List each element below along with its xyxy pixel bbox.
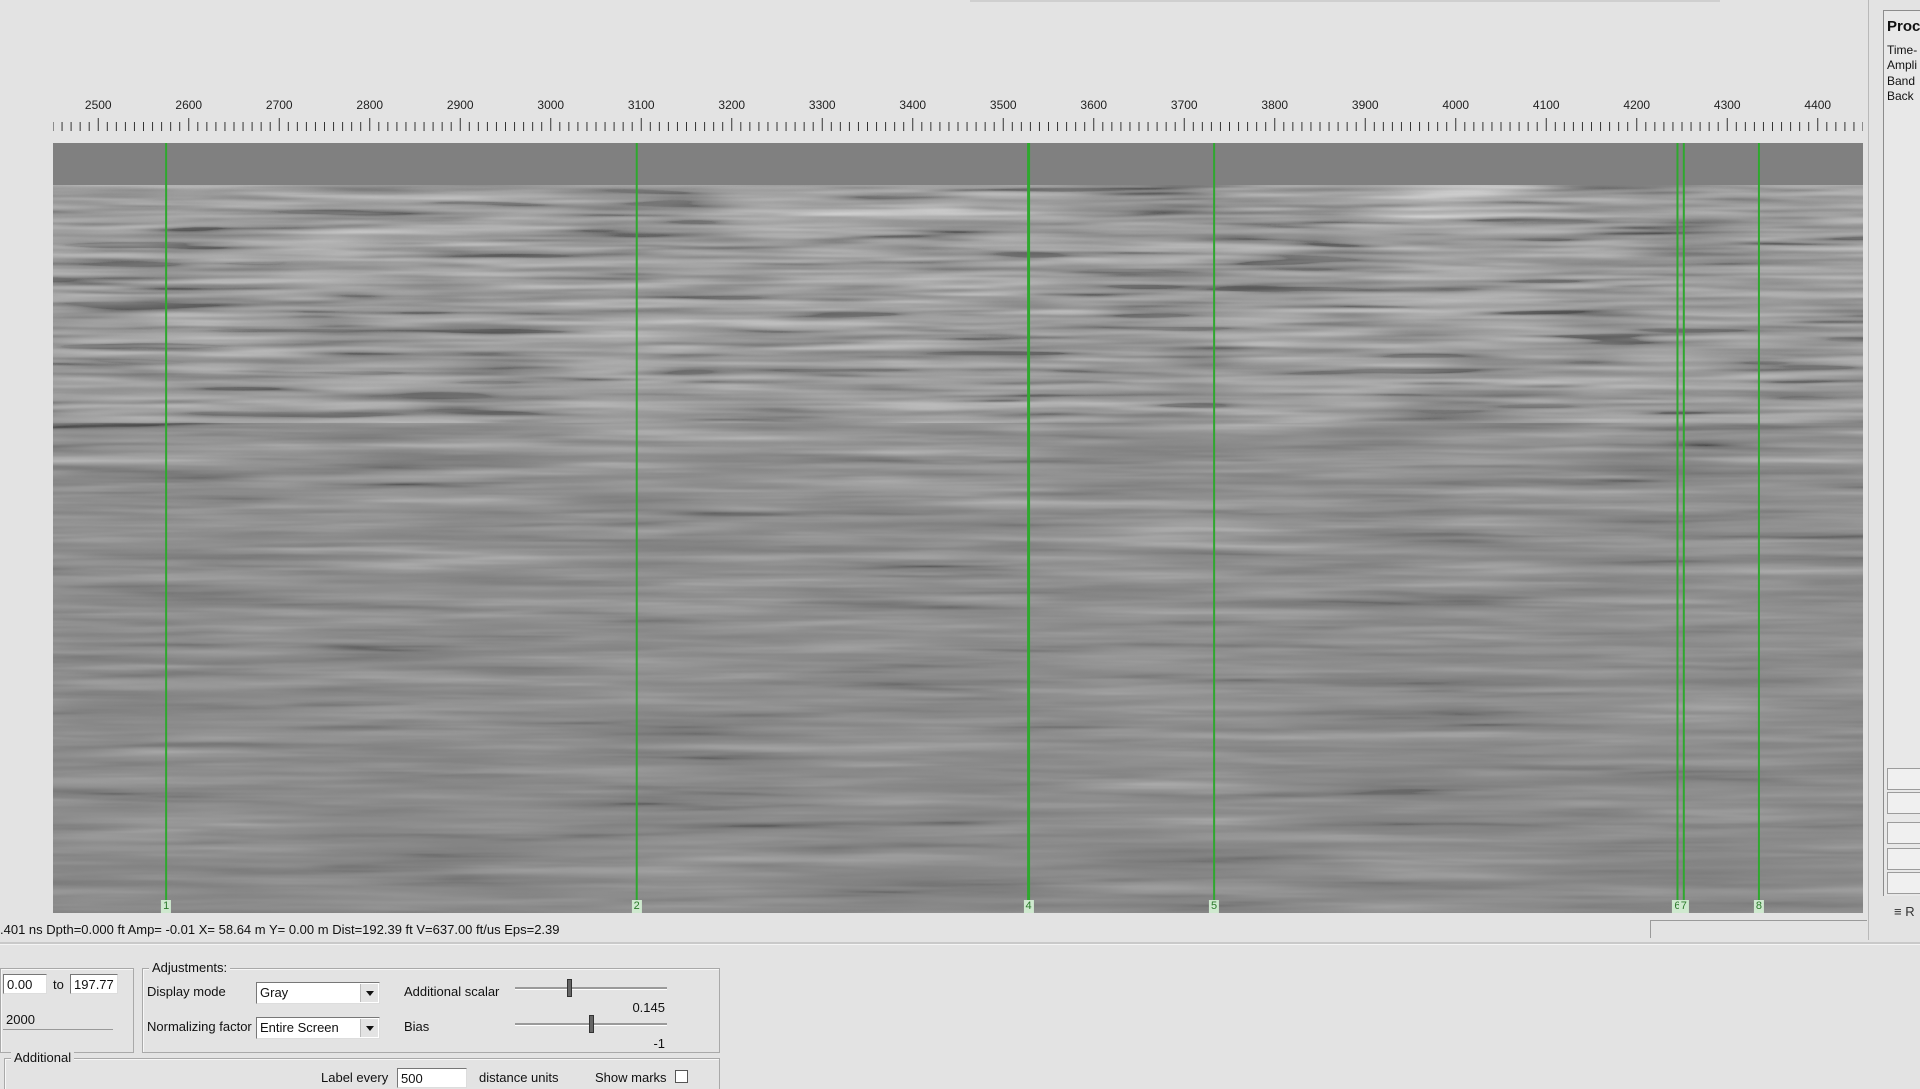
- range-to-input[interactable]: 197.77: [70, 974, 118, 994]
- display-mode-value: Gray: [260, 985, 289, 1000]
- bias-value: -1: [653, 1036, 665, 1051]
- ruler-label: 3400: [899, 98, 927, 112]
- status-box: [1650, 920, 1867, 938]
- additional-scalar-label: Additional scalar: [404, 984, 500, 999]
- ruler-label: 3000: [537, 98, 565, 112]
- label-every-input[interactable]: 500: [397, 1068, 467, 1088]
- show-marks-checkbox[interactable]: [675, 1070, 688, 1083]
- ruler-label: 3700: [1170, 98, 1198, 112]
- processing-button-4[interactable]: [1887, 848, 1920, 870]
- processing-button-5[interactable]: [1887, 872, 1920, 894]
- range-to-label: to: [53, 977, 64, 992]
- ruler-label: 3300: [808, 98, 836, 112]
- processing-button-1[interactable]: [1887, 768, 1920, 790]
- additional-group: Additional Label every 500 distance unit…: [4, 1050, 720, 1089]
- ruler-label: 3600: [1080, 98, 1108, 112]
- bias-slider[interactable]: [515, 1014, 667, 1034]
- trace-count-input[interactable]: 2000: [3, 1010, 113, 1030]
- distance-ruler: 2500 2600 2700 2800 2900 3000 3100 3200 3300 3400…: [53, 94, 1863, 134]
- ruler-label: 4400: [1804, 98, 1832, 112]
- label-every-label: Label every: [321, 1070, 389, 1085]
- ruler-label: 2800: [356, 98, 384, 112]
- chevron-down-icon[interactable]: [360, 1019, 378, 1037]
- status-readout: .401 ns Dpth=0.000 ft Amp= -0.01 X= 58.6…: [0, 922, 560, 937]
- processing-item-background[interactable]: Back: [1887, 89, 1914, 103]
- marker-label[interactable]: 2: [631, 900, 642, 913]
- display-mode-select[interactable]: Gray: [256, 982, 380, 1004]
- ruler-label: 4000: [1442, 98, 1470, 112]
- processing-item-time[interactable]: Time-: [1887, 43, 1917, 57]
- list-icon: ≡: [1894, 904, 1902, 919]
- slider-track: [515, 987, 667, 990]
- chevron-down-icon[interactable]: [360, 984, 378, 1002]
- additional-scalar-slider[interactable]: [515, 978, 667, 998]
- ruler-label: 2600: [175, 98, 203, 112]
- processing-item-bandpass[interactable]: Band: [1887, 74, 1915, 88]
- normalizing-factor-value: Entire Screen: [260, 1020, 339, 1035]
- marker-label[interactable]: 7: [1678, 900, 1689, 913]
- distance-units-label: distance units: [479, 1070, 559, 1085]
- processing-panel: Proc Time- Ampli Band Back: [1868, 0, 1920, 940]
- range-from-input[interactable]: 0.00: [3, 974, 47, 994]
- ruler-label: 2500: [84, 98, 112, 112]
- radargram-canvas[interactable]: [53, 143, 1863, 913]
- ruler-ticks: [53, 118, 1863, 131]
- processing-button-2[interactable]: [1887, 792, 1920, 814]
- top-divider: [970, 0, 1720, 2]
- processing-list: [1883, 10, 1920, 896]
- show-marks-label: Show marks: [595, 1070, 667, 1085]
- adjustments-legend: Adjustments:: [149, 960, 231, 975]
- bottom-panel: 0.00 to 197.77 2000 Adjustments: Display…: [0, 945, 1920, 1089]
- ruler-label: 4300: [1713, 98, 1741, 112]
- processing-button-3[interactable]: [1887, 822, 1920, 844]
- ruler-label: 3200: [718, 98, 746, 112]
- adjustments-group: Adjustments: Display mode Gray Normalizi…: [142, 960, 720, 1053]
- display-mode-label: Display mode: [147, 984, 226, 999]
- ruler-label: 3500: [989, 98, 1017, 112]
- marker-label[interactable]: 4: [1023, 900, 1034, 913]
- marker-label[interactable]: 8: [1753, 900, 1764, 913]
- ruler-label: 3900: [1351, 98, 1379, 112]
- main-window: 2500 2600 2700 2800 2900 3000 3100 3200 3300 3400…: [0, 0, 1867, 940]
- additional-legend: Additional: [11, 1050, 75, 1065]
- list-icon-row[interactable]: ≡ R: [1894, 904, 1915, 919]
- ruler-label: 4200: [1623, 98, 1651, 112]
- slider-thumb[interactable]: [567, 979, 572, 997]
- bias-label: Bias: [404, 1019, 430, 1034]
- processing-title: Proc: [1887, 18, 1920, 35]
- marker-label[interactable]: 1: [161, 900, 172, 913]
- processing-item-amplitude[interactable]: Ampli: [1887, 58, 1917, 72]
- slider-thumb[interactable]: [589, 1015, 594, 1033]
- list-label: R: [1905, 904, 1915, 919]
- additional-scalar-value: 0.145: [632, 1000, 665, 1015]
- normalizing-factor-label: Normalizing factor: [147, 1019, 252, 1034]
- ruler-label: 2700: [265, 98, 293, 112]
- range-group: 0.00 to 197.77 2000: [0, 968, 134, 1053]
- status-bar: .401 ns Dpth=0.000 ft Amp= -0.01 X= 58.6…: [0, 918, 1867, 940]
- radargram-view[interactable]: 1245678: [53, 143, 1863, 913]
- ruler-label: 3100: [627, 98, 655, 112]
- ruler-label: 3800: [1261, 98, 1289, 112]
- normalizing-factor-select[interactable]: Entire Screen: [256, 1017, 380, 1039]
- marker-label[interactable]: 5: [1209, 900, 1220, 913]
- ruler-label: 2900: [446, 98, 474, 112]
- ruler-label: 4100: [1532, 98, 1560, 112]
